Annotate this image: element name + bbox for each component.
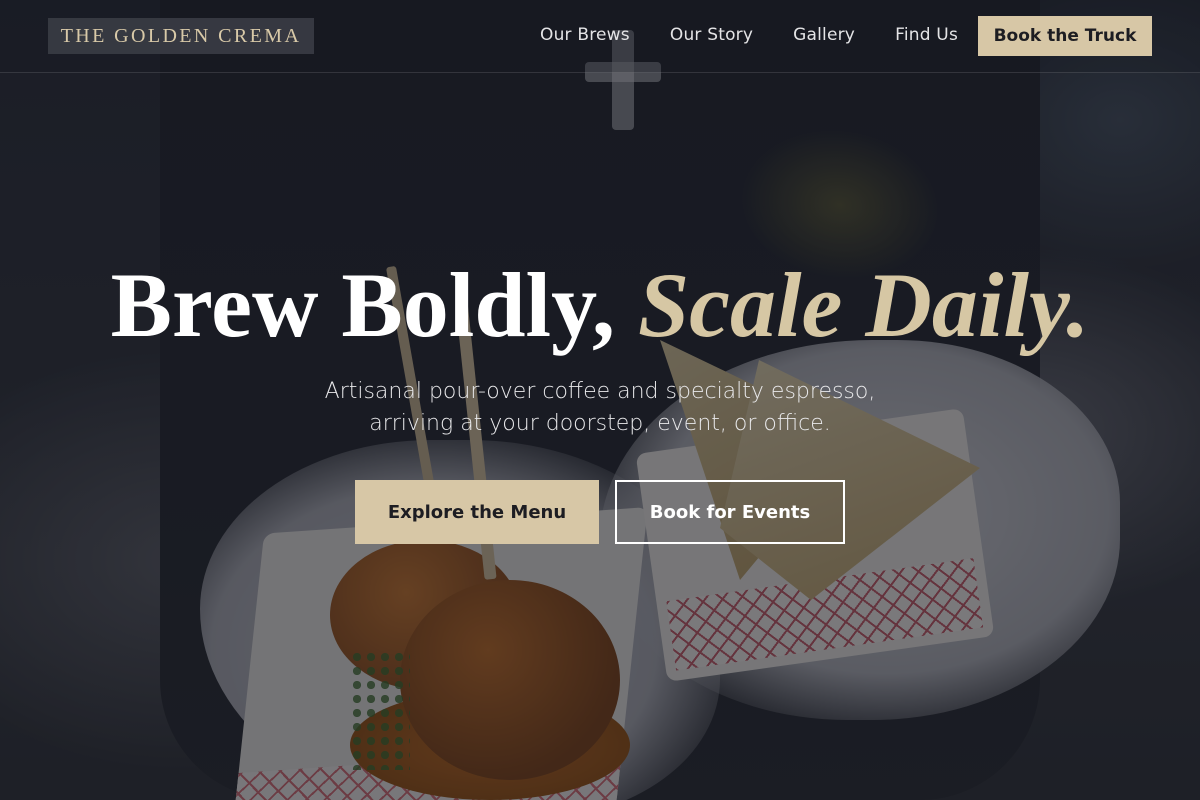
brand-logo[interactable]: THE GOLDEN CREMA bbox=[48, 18, 314, 54]
nav-link-gallery[interactable]: Gallery bbox=[793, 24, 855, 46]
subtext-line-1: Artisanal pour-over coffee and specialty… bbox=[324, 379, 876, 404]
hero-subtext: Artisanal pour-over coffee and specialty… bbox=[0, 376, 1200, 440]
book-truck-button[interactable]: Book the Truck bbox=[978, 16, 1152, 56]
nav-link-our-brews[interactable]: Our Brews bbox=[540, 24, 630, 46]
navbar: THE GOLDEN CREMA Our Brews Our Story Gal… bbox=[0, 0, 1200, 73]
explore-menu-button[interactable]: Explore the Menu bbox=[355, 480, 599, 544]
book-events-button[interactable]: Book for Events bbox=[615, 480, 845, 544]
nav-link-our-story[interactable]: Our Story bbox=[670, 24, 753, 46]
nav-links: Our Brews Our Story Gallery Find Us bbox=[520, 24, 978, 46]
headline-accent: Scale Daily. bbox=[638, 254, 1090, 356]
nav-link-find-us[interactable]: Find Us bbox=[895, 24, 958, 46]
hero-headline: Brew Boldly, Scale Daily. bbox=[0, 250, 1200, 360]
headline-main: Brew Boldly, bbox=[110, 254, 638, 356]
subtext-line-2: arriving at your doorstep, event, or off… bbox=[369, 411, 831, 436]
